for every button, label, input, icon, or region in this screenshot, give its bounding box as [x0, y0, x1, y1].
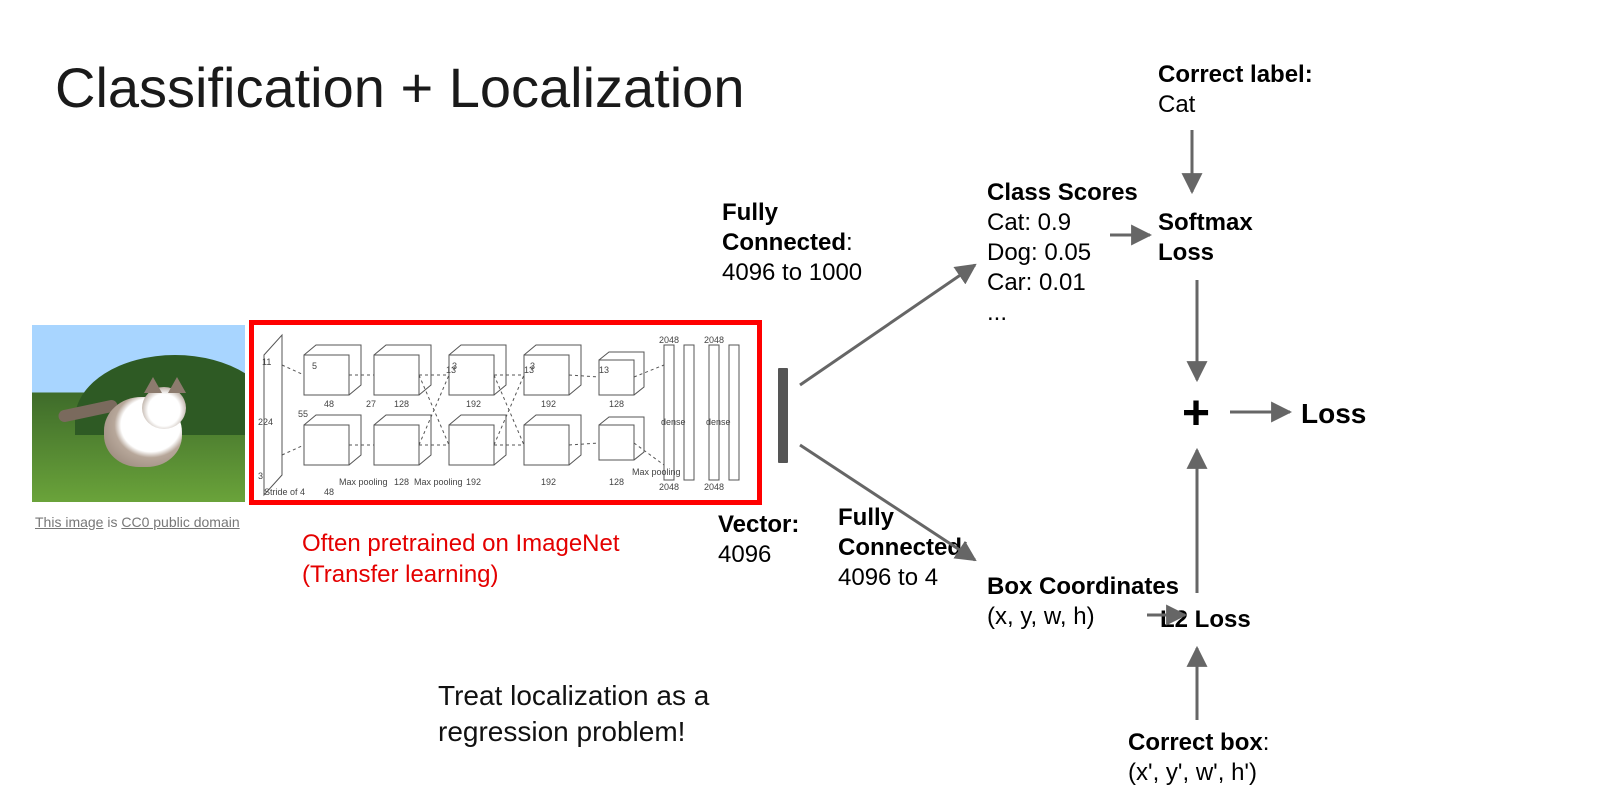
arrows-overlay	[0, 0, 1600, 807]
